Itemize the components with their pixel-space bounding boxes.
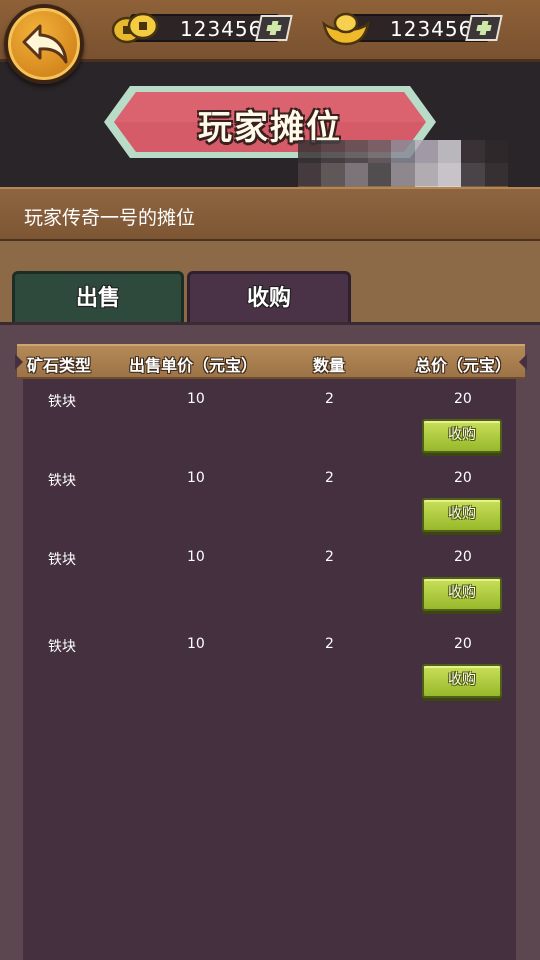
quantity: 2	[325, 470, 334, 486]
buy-button[interactable]: 收购	[422, 664, 502, 698]
ore-type: 铁块	[48, 639, 76, 655]
total-price: 20	[454, 470, 472, 486]
ingot-amount: 123456	[390, 17, 473, 41]
gold-ingot-icon	[322, 12, 370, 46]
buy-button[interactable]: 收购	[422, 419, 502, 453]
ore-type: 铁块	[48, 473, 76, 489]
unit-price: 10	[187, 636, 205, 652]
total-price: 20	[454, 391, 472, 407]
coin-amount: 123456	[180, 17, 263, 41]
back-arrow-icon	[22, 24, 68, 64]
stall-name-bar: 玩家传奇一号的摊位	[0, 187, 540, 241]
tab-buy[interactable]: 收购	[187, 271, 351, 325]
header-total-price: 总价（元宝）	[415, 356, 512, 375]
header-ore-type: 矿石类型	[27, 356, 92, 375]
unit-price: 10	[187, 391, 205, 407]
tab-sell[interactable]: 出售	[12, 271, 184, 325]
add-ingots-button[interactable]	[465, 15, 503, 41]
unit-price: 10	[187, 470, 205, 486]
buy-button[interactable]: 收购	[422, 577, 502, 611]
table-row: 铁块 10 2 20 收购	[23, 549, 516, 629]
back-button[interactable]	[4, 4, 84, 84]
quantity: 2	[325, 636, 334, 652]
total-price: 20	[454, 549, 472, 565]
ore-type: 铁块	[48, 394, 76, 410]
header-unit-price: 出售单价（元宝）	[129, 356, 258, 375]
table-row: 铁块 10 2 20 收购	[23, 470, 516, 550]
header-quantity: 数量	[313, 356, 346, 375]
stall-name: 玩家传奇一号的摊位	[24, 207, 196, 229]
unit-price: 10	[187, 549, 205, 565]
total-price: 20	[454, 636, 472, 652]
table-header: 矿石类型 出售单价（元宝） 数量 总价（元宝）	[15, 344, 527, 379]
tab-bar: 出售 收购	[0, 241, 540, 325]
add-coins-button[interactable]	[255, 15, 293, 41]
table-row: 铁块 10 2 20 收购	[23, 636, 516, 716]
buy-button[interactable]: 收购	[422, 498, 502, 532]
ore-type: 铁块	[48, 552, 76, 568]
table-row: 铁块 10 2 20 收购	[23, 391, 516, 471]
coin-icon	[111, 12, 159, 44]
quantity: 2	[325, 549, 334, 565]
quantity: 2	[325, 391, 334, 407]
